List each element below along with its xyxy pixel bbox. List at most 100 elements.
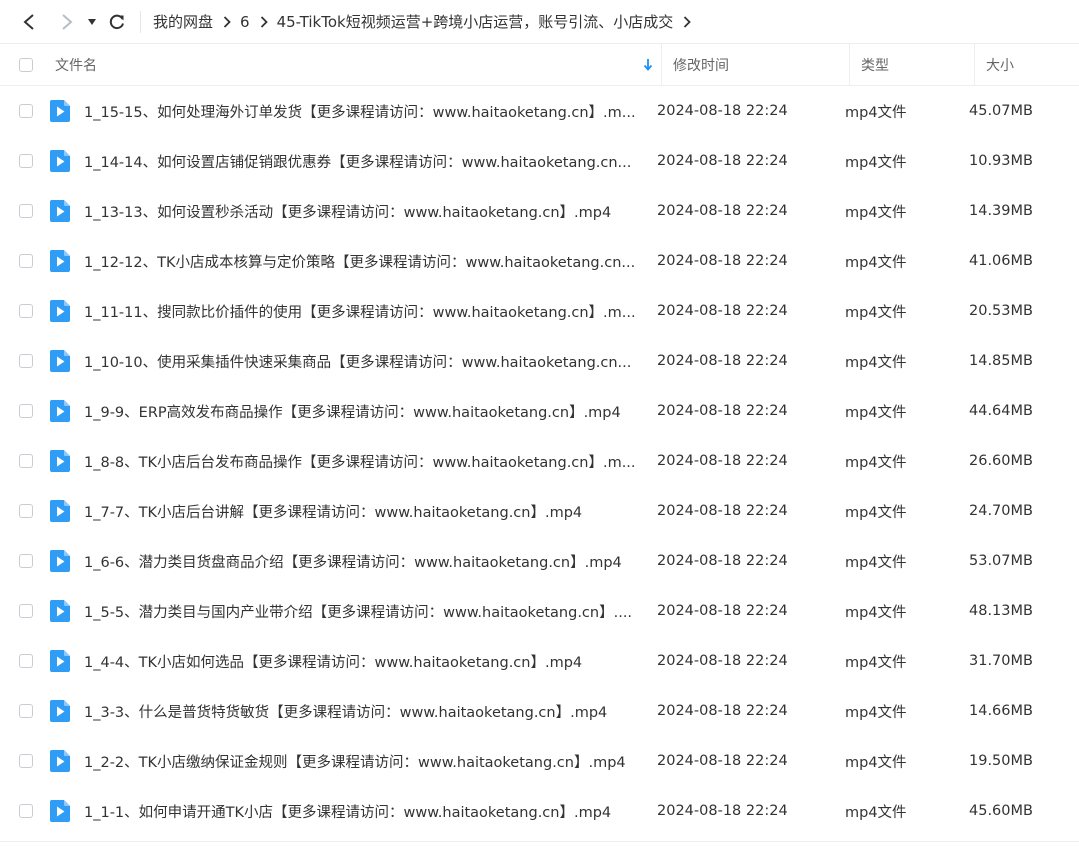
file-type: mp4文件 (845, 454, 907, 471)
row-checkbox-cell (0, 404, 52, 418)
table-row[interactable]: 1_14-14、如何设置店铺促销跟优惠券【更多课程请访问：www.haitaok… (0, 136, 1079, 186)
file-name[interactable]: 1_15-15、如何处理海外订单发货【更多课程请访问：www.haitaoket… (84, 101, 645, 122)
file-name[interactable]: 1_14-14、如何设置店铺促销跟优惠券【更多课程请访问：www.haitaok… (84, 151, 645, 172)
table-row[interactable]: 1_8-8、TK小店后台发布商品操作【更多课程请访问：www.haitaoket… (0, 436, 1079, 486)
file-name[interactable]: 1_11-11、搜同款比价插件的使用【更多课程请访问：www.haitaoket… (84, 301, 645, 322)
row-checkbox[interactable] (19, 804, 33, 818)
table-row[interactable]: 1_5-5、潜力类目与国内产业带介绍【更多课程请访问：www.haitaoket… (0, 586, 1079, 636)
video-file-icon (50, 300, 70, 322)
row-checkbox[interactable] (19, 154, 33, 168)
table-row[interactable]: 1_2-2、TK小店缴纳保证金规则【更多课程请访问：www.haitaoketa… (0, 736, 1079, 786)
column-header-size[interactable]: 大小 (974, 44, 1079, 85)
table-row[interactable]: 1_12-12、TK小店成本核算与定价策略【更多课程请访问：www.haitao… (0, 236, 1079, 286)
file-size: 19.50MB (969, 753, 1033, 769)
file-modified-time: 2024-08-18 22:24 (657, 353, 788, 369)
row-checkbox[interactable] (19, 254, 33, 268)
row-checkbox-cell (0, 154, 52, 168)
row-checkbox[interactable] (19, 754, 33, 768)
row-checkbox-cell (0, 104, 52, 118)
toolbar: 我的网盘 6 45-TikTok短视频运营+跨境小店运营，账号引流、小店成交 (0, 0, 1079, 44)
breadcrumb-item-root[interactable]: 我的网盘 (153, 11, 213, 32)
file-name[interactable]: 1_2-2、TK小店缴纳保证金规则【更多课程请访问：www.haitaoketa… (84, 751, 645, 772)
file-type: mp4文件 (845, 804, 907, 821)
file-modified-time: 2024-08-18 22:24 (657, 453, 788, 469)
table-row[interactable]: 1_15-15、如何处理海外订单发货【更多课程请访问：www.haitaoket… (0, 86, 1079, 136)
row-checkbox[interactable] (19, 654, 33, 668)
table-row[interactable]: 1_4-4、TK小店如何选品【更多课程请访问：www.haitaoketang.… (0, 636, 1079, 686)
table-row[interactable]: 1_9-9、ERP高效发布商品操作【更多课程请访问：www.haitaoketa… (0, 386, 1079, 436)
column-header-time[interactable]: 修改时间 (661, 44, 849, 85)
row-checkbox[interactable] (19, 204, 33, 218)
file-name[interactable]: 1_7-7、TK小店后台讲解【更多课程请访问：www.haitaoketang.… (84, 501, 645, 522)
row-checkbox-cell (0, 554, 52, 568)
file-size: 45.07MB (969, 103, 1033, 119)
row-checkbox-cell (0, 254, 52, 268)
chevron-right-icon[interactable] (683, 15, 692, 28)
file-name[interactable]: 1_13-13、如何设置秒杀活动【更多课程请访问：www.haitaoketan… (84, 201, 645, 222)
row-checkbox[interactable] (19, 704, 33, 718)
file-type: mp4文件 (845, 404, 907, 421)
video-file-icon (50, 800, 70, 822)
video-file-icon (50, 550, 70, 572)
sort-down-arrow-icon[interactable] (643, 58, 653, 71)
file-size: 14.66MB (969, 703, 1033, 719)
row-checkbox[interactable] (19, 554, 33, 568)
column-header-time-label: 修改时间 (673, 57, 729, 74)
breadcrumb-item-folder-6[interactable]: 6 (240, 13, 250, 31)
file-type: mp4文件 (845, 204, 907, 221)
file-size: 44.64MB (969, 403, 1033, 419)
file-name[interactable]: 1_3-3、什么是普货特货敏货【更多课程请访问：www.haitaoketang… (84, 701, 645, 722)
video-file-icon (50, 400, 70, 422)
row-checkbox[interactable] (19, 604, 33, 618)
history-dropdown-button[interactable] (82, 7, 102, 37)
file-name[interactable]: 1_5-5、潜力类目与国内产业带介绍【更多课程请访问：www.haitaoket… (84, 601, 645, 622)
file-type: mp4文件 (845, 604, 907, 621)
table-row[interactable]: 1_1-1、如何申请开通TK小店【更多课程请访问：www.haitaoketan… (0, 786, 1079, 836)
back-button[interactable] (14, 7, 44, 37)
file-modified-time: 2024-08-18 22:24 (657, 203, 788, 219)
table-row[interactable]: 1_11-11、搜同款比价插件的使用【更多课程请访问：www.haitaoket… (0, 286, 1079, 336)
file-name[interactable]: 1_1-1、如何申请开通TK小店【更多课程请访问：www.haitaoketan… (84, 801, 645, 822)
file-type: mp4文件 (845, 104, 907, 121)
table-header: 文件名 修改时间 类型 大小 (0, 44, 1079, 86)
row-checkbox-cell (0, 804, 52, 818)
breadcrumb-item-current[interactable]: 45-TikTok短视频运营+跨境小店运营，账号引流、小店成交 (277, 11, 674, 32)
row-checkbox[interactable] (19, 354, 33, 368)
table-row[interactable]: 1_7-7、TK小店后台讲解【更多课程请访问：www.haitaoketang.… (0, 486, 1079, 536)
file-name[interactable]: 1_10-10、使用采集插件快速采集商品【更多课程请访问：www.haitaok… (84, 351, 645, 372)
caret-down-icon (88, 18, 96, 25)
table-row[interactable]: 1_6-6、潜力类目货盘商品介绍【更多课程请访问：www.haitaoketan… (0, 536, 1079, 586)
row-checkbox[interactable] (19, 304, 33, 318)
row-checkbox[interactable] (19, 454, 33, 468)
column-header-type[interactable]: 类型 (849, 44, 974, 85)
file-name[interactable]: 1_6-6、潜力类目货盘商品介绍【更多课程请访问：www.haitaoketan… (84, 551, 645, 572)
row-checkbox[interactable] (19, 104, 33, 118)
file-name[interactable]: 1_9-9、ERP高效发布商品操作【更多课程请访问：www.haitaoketa… (84, 401, 645, 422)
row-checkbox[interactable] (19, 504, 33, 518)
video-file-icon (50, 450, 70, 472)
table-row[interactable]: 1_13-13、如何设置秒杀活动【更多课程请访问：www.haitaoketan… (0, 186, 1079, 236)
file-name[interactable]: 1_8-8、TK小店后台发布商品操作【更多课程请访问：www.haitaoket… (84, 451, 645, 472)
chevron-right-icon (260, 15, 268, 28)
file-modified-time: 2024-08-18 22:24 (657, 303, 788, 319)
toolbar-divider (140, 10, 141, 33)
row-checkbox[interactable] (19, 404, 33, 418)
file-name[interactable]: 1_12-12、TK小店成本核算与定价策略【更多课程请访问：www.haitao… (84, 251, 645, 272)
file-modified-time: 2024-08-18 22:24 (657, 703, 788, 719)
table-row[interactable]: 1_3-3、什么是普货特货敏货【更多课程请访问：www.haitaoketang… (0, 686, 1079, 736)
file-size: 20.53MB (969, 303, 1033, 319)
column-header-name[interactable]: 文件名 (52, 44, 661, 85)
file-modified-time: 2024-08-18 22:24 (657, 153, 788, 169)
file-name[interactable]: 1_4-4、TK小店如何选品【更多课程请访问：www.haitaoketang.… (84, 651, 645, 672)
file-modified-time: 2024-08-18 22:24 (657, 803, 788, 819)
video-file-icon (50, 250, 70, 272)
table-row[interactable]: 1_10-10、使用采集插件快速采集商品【更多课程请访问：www.haitaok… (0, 336, 1079, 386)
row-checkbox-cell (0, 604, 52, 618)
row-checkbox-cell (0, 204, 52, 218)
file-modified-time: 2024-08-18 22:24 (657, 653, 788, 669)
arrow-right-icon (62, 13, 73, 30)
forward-button[interactable] (52, 7, 82, 37)
refresh-button[interactable] (102, 7, 132, 37)
file-size: 31.70MB (969, 653, 1033, 669)
select-all-checkbox[interactable] (19, 57, 33, 72)
